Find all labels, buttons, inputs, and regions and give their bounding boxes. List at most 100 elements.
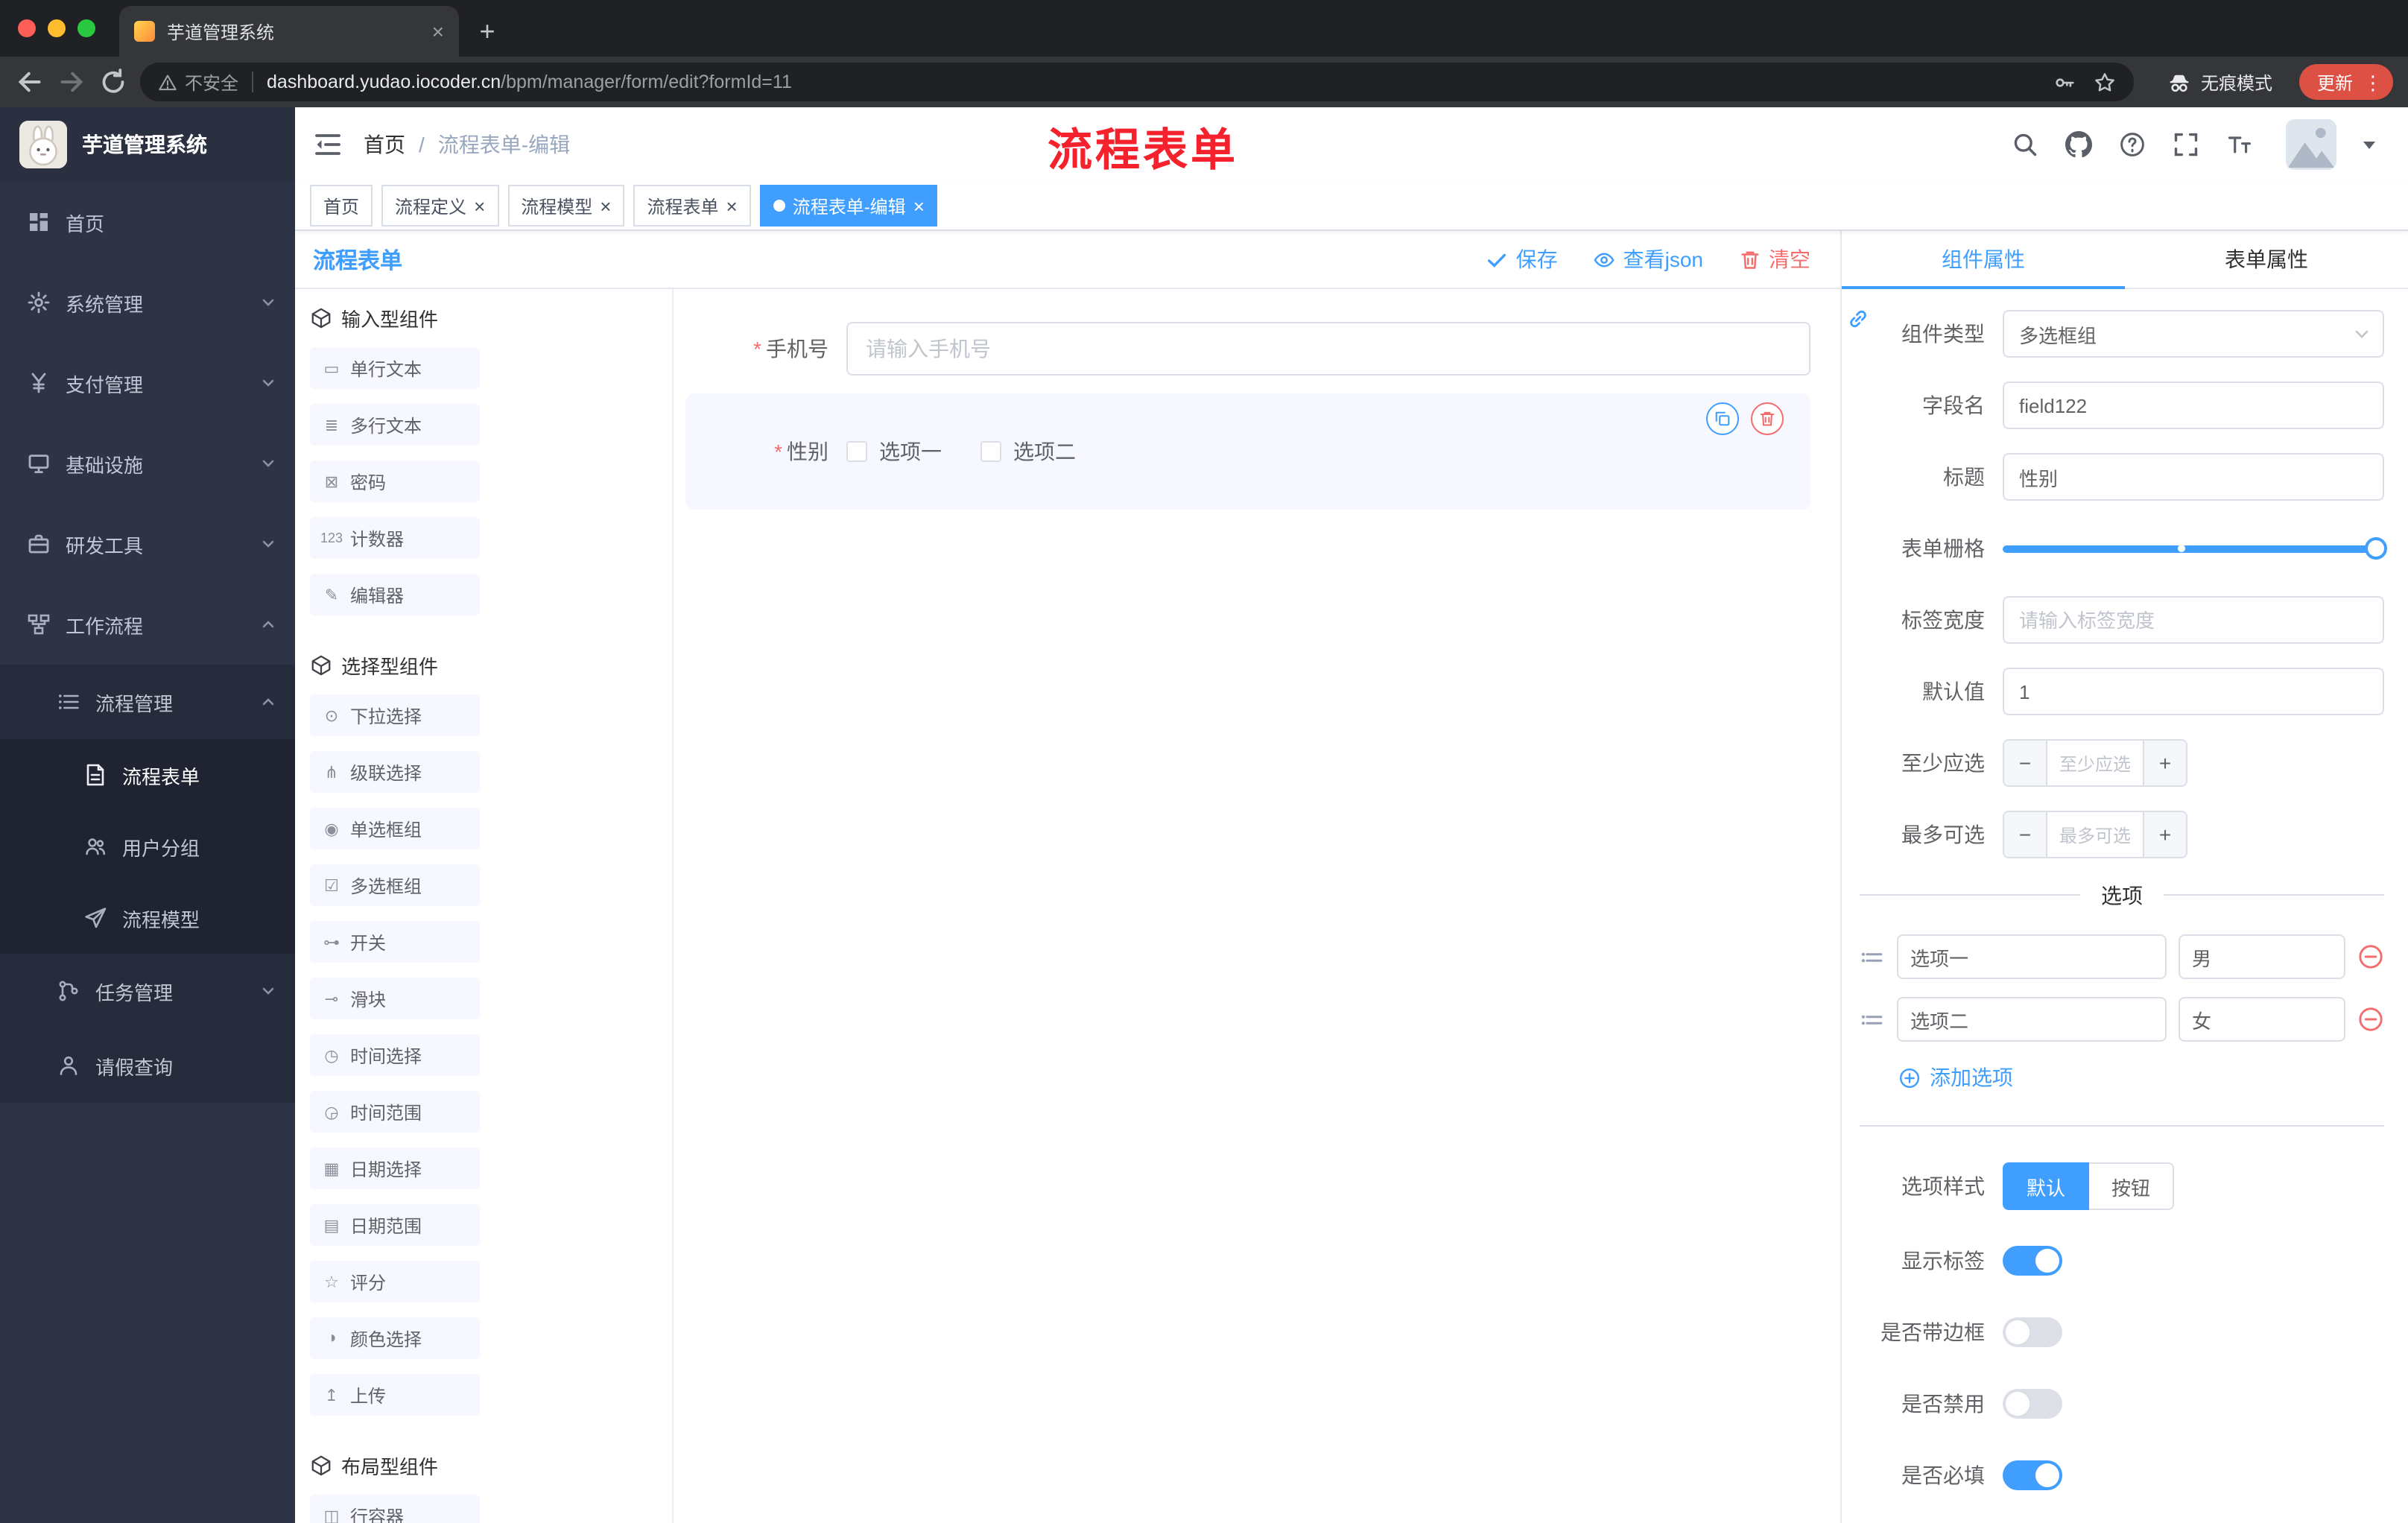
sidebar-item-home[interactable]: 首页 [0,182,295,262]
option-value-input[interactable] [2179,934,2345,979]
title-input[interactable] [2003,453,2384,501]
min-select-value[interactable]: 至少应选 [2047,741,2143,785]
component-chip-date-range[interactable]: ▤ 日期范围 [310,1204,480,1246]
tag-process-model[interactable]: 流程模型 × [507,185,625,227]
component-chip-multi-line[interactable]: ≣ 多行文本 [310,404,480,446]
close-icon[interactable]: × [726,196,738,215]
forward-icon[interactable] [57,67,86,97]
component-chip-password[interactable]: ⊠ 密码 [310,460,480,502]
sidebar-item-process-model[interactable]: 流程模型 [0,882,295,954]
sidebar-item-user-group[interactable]: 用户分组 [0,811,295,882]
sidebar-item-leave-query[interactable]: 请假查询 [0,1028,295,1103]
help-icon[interactable] [2119,131,2146,158]
remove-option-icon[interactable] [2357,1006,2384,1033]
hamburger-icon[interactable] [313,130,343,159]
delete-item-button[interactable] [1751,402,1784,435]
component-chip-radio-group[interactable]: ◉ 单选框组 [310,808,480,849]
field-name-input[interactable] [2003,381,2384,429]
tab-form-props[interactable]: 表单属性 [2125,231,2408,288]
close-window-button[interactable] [18,19,36,37]
drag-handle-icon[interactable] [1860,944,1885,969]
browser-tab[interactable]: 芋道管理系统 × [119,6,459,57]
security-warning[interactable]: 不安全 [158,69,238,95]
component-chip-rate[interactable]: ☆ 评分 [310,1261,480,1302]
view-json-button[interactable]: 查看json [1594,244,1703,274]
breadcrumb-home[interactable]: 首页 [364,130,405,159]
canvas-item-phone[interactable]: 手机号 [685,322,1810,376]
close-icon[interactable]: × [913,196,925,215]
sidebar-item-infra[interactable]: 基础设施 [0,423,295,504]
maximize-window-button[interactable] [77,19,95,37]
sidebar-item-payment[interactable]: 支付管理 [0,343,295,423]
sidebar-item-workflow[interactable]: 工作流程 [0,584,295,665]
component-chip-time-range[interactable]: ◶ 时间范围 [310,1091,480,1133]
search-icon[interactable] [2012,131,2038,158]
gender-option-2[interactable]: 选项二 [980,437,1076,466]
sidebar-item-task-mgmt[interactable]: 任务管理 [0,954,295,1028]
component-chip-date-picker[interactable]: ▦ 日期选择 [310,1147,480,1189]
tab-close-icon[interactable]: × [432,21,444,42]
component-chip-color-picker[interactable]: ◑ 颜色选择 [310,1317,480,1359]
save-button[interactable]: 保存 [1486,244,1558,274]
bookmark-star-icon[interactable] [2094,71,2116,93]
reload-icon[interactable] [98,67,128,97]
option-label-input[interactable] [1897,934,2167,979]
drag-handle-icon[interactable] [1860,1007,1885,1032]
component-chip-select[interactable]: ⊙ 下拉选择 [310,694,480,736]
component-chip-counter[interactable]: 123 计数器 [310,517,480,559]
gender-option-1[interactable]: 选项一 [846,437,942,466]
sidebar-item-devtools[interactable]: 研发工具 [0,504,295,584]
new-tab-button[interactable]: + [468,12,507,51]
style-default-button[interactable]: 默认 [2003,1162,2090,1210]
tag-process-definition[interactable]: 流程定义 × [381,185,499,227]
slider-handle[interactable] [2365,537,2387,560]
add-option-button[interactable]: 添加选项 [1898,1063,2013,1092]
tag-process-form-edit[interactable]: 流程表单-编辑 × [759,185,938,227]
copy-item-button[interactable] [1706,402,1739,435]
increase-button[interactable]: + [2143,741,2186,785]
avatar[interactable] [2286,119,2336,170]
phone-input[interactable] [846,322,1810,376]
component-chip-switch[interactable]: ⊶ 开关 [310,921,480,963]
key-icon[interactable] [2053,71,2076,93]
border-toggle[interactable] [2003,1317,2062,1347]
component-type-select[interactable]: 多选框组 [2003,310,2384,358]
component-chip-single-line[interactable]: ▭ 单行文本 [310,347,480,389]
component-chip-checkbox-group[interactable]: ☑ 多选框组 [310,864,480,906]
back-icon[interactable] [15,67,45,97]
option-value-input[interactable] [2179,997,2345,1042]
clear-button[interactable]: 清空 [1739,244,1810,274]
github-icon[interactable] [2065,131,2092,158]
component-chip-row-container[interactable]: ◫ 行容器 [310,1495,480,1523]
component-chip-time-picker[interactable]: ◷ 时间选择 [310,1034,480,1076]
disabled-toggle[interactable] [2003,1389,2062,1419]
sidebar-item-process-form[interactable]: 流程表单 [0,739,295,811]
tag-home[interactable]: 首页 [310,185,373,227]
form-grid-slider[interactable] [2003,525,2387,572]
decrease-button[interactable]: − [2004,812,2047,857]
component-chip-upload[interactable]: ↥ 上传 [310,1374,480,1416]
minimize-window-button[interactable] [48,19,66,37]
font-size-icon[interactable] [2226,131,2253,158]
default-value-input[interactable] [2003,668,2384,715]
option-label-input[interactable] [1897,997,2167,1042]
close-icon[interactable]: × [600,196,611,215]
component-chip-cascader[interactable]: ⋔ 级联选择 [310,751,480,793]
decrease-button[interactable]: − [2004,741,2047,785]
tag-process-form[interactable]: 流程表单 × [633,185,751,227]
sidebar-item-system[interactable]: 系统管理 [0,262,295,343]
fullscreen-icon[interactable] [2173,131,2199,158]
tab-component-props[interactable]: 组件属性 [1842,231,2125,289]
link-icon[interactable] [1846,307,1870,331]
style-button-button[interactable]: 按钮 [2089,1162,2175,1210]
label-width-input[interactable] [2003,596,2384,644]
browser-update-button[interactable]: 更新 ⋮ [2298,64,2393,100]
remove-option-icon[interactable] [2357,943,2384,970]
max-select-value[interactable]: 最多可选 [2047,812,2143,857]
required-toggle[interactable] [2003,1460,2062,1490]
component-chip-editor[interactable]: ✎ 编辑器 [310,574,480,615]
increase-button[interactable]: + [2143,812,2186,857]
address-bar[interactable]: 不安全 dashboard.yudao.iocoder.cn/bpm/manag… [140,63,2134,101]
form-canvas[interactable]: 手机号 [674,289,1840,1523]
sidebar-item-process-mgmt[interactable]: 流程管理 [0,665,295,739]
